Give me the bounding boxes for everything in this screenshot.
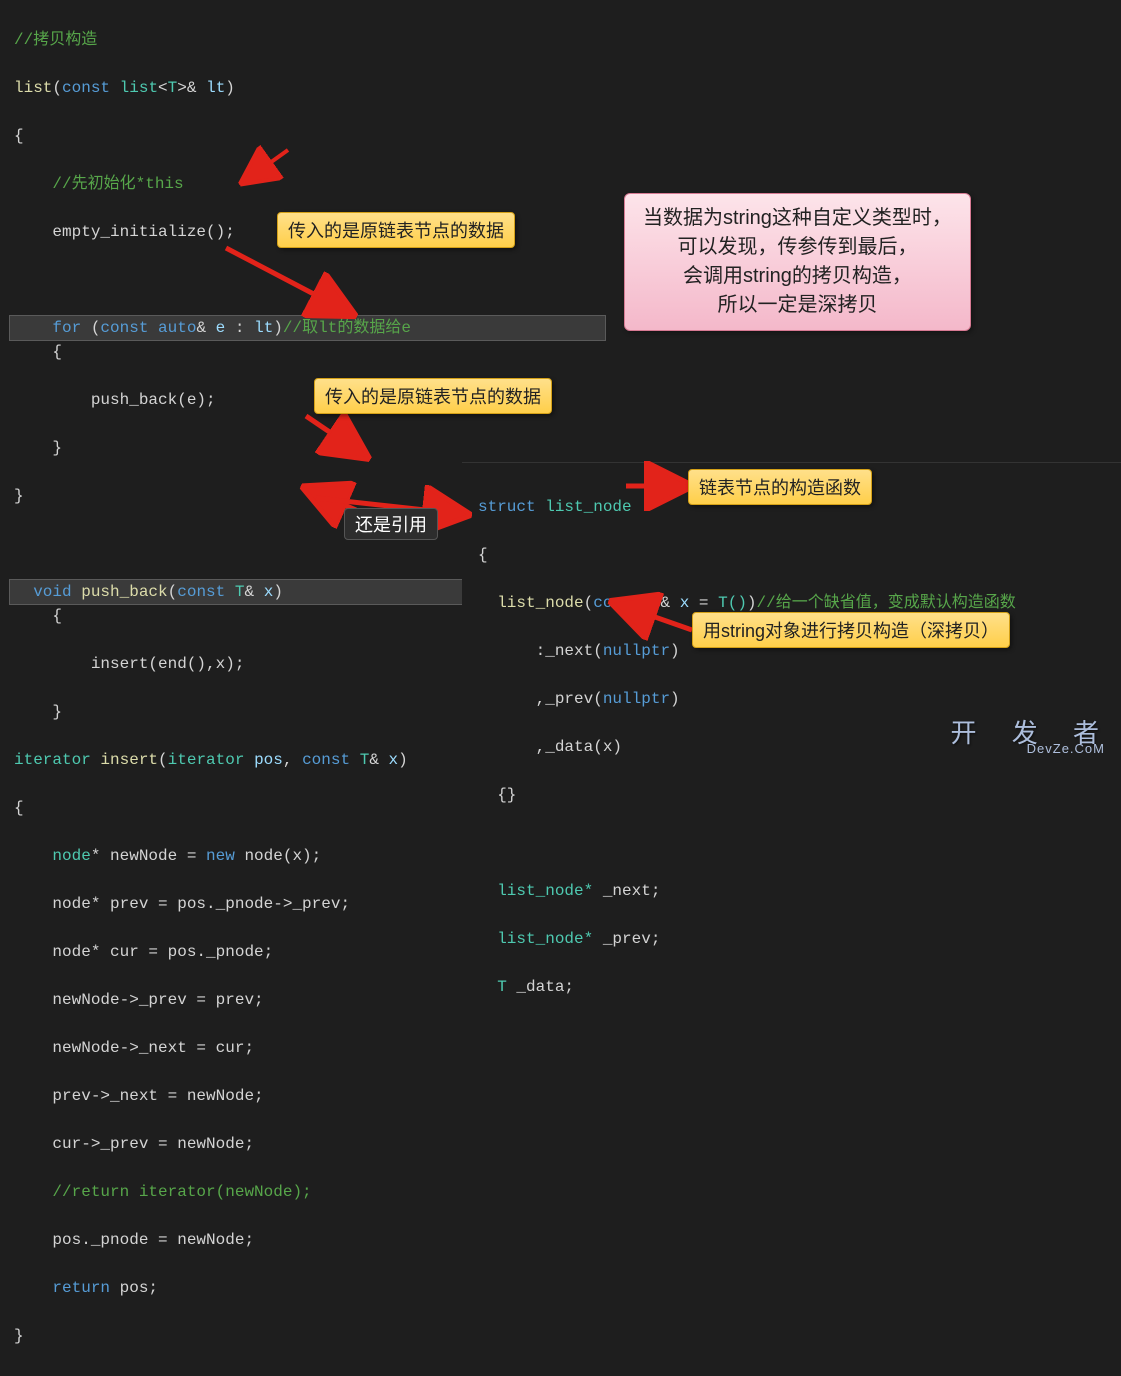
callout-param-original-data-2: 传入的是原链表节点的数据 bbox=[314, 378, 552, 414]
pink-line-3: 会调用string的拷贝构造， bbox=[643, 262, 952, 291]
callout-pink-explain: 当数据为string这种自定义类型时， 可以发现，传参传到最后， 会调用stri… bbox=[624, 193, 971, 331]
callout-param-original-data-1: 传入的是原链表节点的数据 bbox=[277, 212, 515, 248]
pink-line-2: 可以发现，传参传到最后， bbox=[643, 233, 952, 262]
comment: //拷贝构造 bbox=[14, 31, 97, 49]
callout-deep-copy: 用string对象进行拷贝构造（深拷贝） bbox=[692, 612, 1010, 648]
fn-list: list bbox=[14, 79, 52, 97]
callout-ctor-node: 链表节点的构造函数 bbox=[688, 469, 872, 505]
pink-line-4: 所以一定是深拷贝 bbox=[643, 291, 952, 320]
callout-still-reference: 还是引用 bbox=[344, 508, 438, 540]
pink-line-1: 当数据为string这种自定义类型时， bbox=[643, 204, 952, 233]
